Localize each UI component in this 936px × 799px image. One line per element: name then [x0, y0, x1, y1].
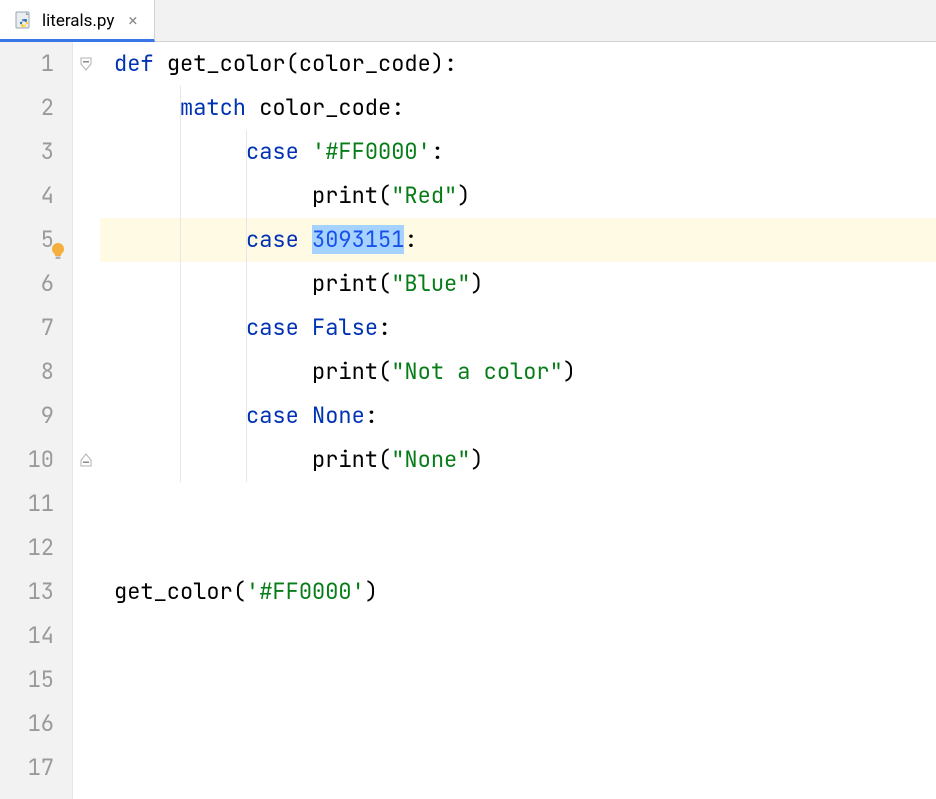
- token-punct: :: [431, 137, 444, 166]
- line-number: 8: [0, 350, 54, 394]
- token-str: '#FF0000': [246, 577, 365, 606]
- token-kw: False: [312, 313, 378, 342]
- close-icon[interactable]: ×: [122, 9, 143, 33]
- token-kw: def: [114, 49, 167, 78]
- line-number: 4: [0, 174, 54, 218]
- token-num-sel: 3093151: [312, 225, 404, 254]
- token-punct: :: [391, 93, 404, 122]
- token-punct: (: [378, 181, 391, 210]
- line-number: 1: [0, 42, 54, 86]
- code-line[interactable]: [100, 702, 936, 746]
- token-punct: ): [470, 445, 483, 474]
- token-punct: (: [286, 49, 299, 78]
- code-line[interactable]: [100, 746, 936, 790]
- code-line[interactable]: [100, 526, 936, 570]
- line-number: 3: [0, 130, 54, 174]
- token-kw: case: [246, 313, 312, 342]
- token-builtin: print: [312, 357, 378, 386]
- token-punct: ): [457, 181, 470, 210]
- line-number: 2: [0, 86, 54, 130]
- token-kw: case: [246, 401, 312, 430]
- token-builtin: print: [312, 445, 378, 474]
- code-line[interactable]: def get_color(color_code):: [100, 42, 936, 86]
- line-number: 14: [0, 614, 54, 658]
- token-punct: (: [378, 445, 391, 474]
- code-line[interactable]: get_color('#FF0000'): [100, 570, 936, 614]
- token-punct: (: [378, 357, 391, 386]
- token-ident: color_code: [259, 93, 391, 122]
- token-kw: case: [246, 137, 312, 166]
- tab-bar: literals.py ×: [0, 0, 936, 42]
- code-line[interactable]: [100, 658, 936, 702]
- token-str: "Blue": [391, 269, 470, 298]
- line-number-gutter: 1234567891011121314151617: [0, 42, 73, 799]
- code-line[interactable]: case False:: [100, 306, 936, 350]
- line-number: 9: [0, 394, 54, 438]
- token-punct: ): [563, 357, 576, 386]
- token-builtin: print: [312, 269, 378, 298]
- token-kw: case: [246, 225, 312, 254]
- code-editor[interactable]: 1234567891011121314151617 def get_color(…: [0, 42, 936, 799]
- fold-open-icon[interactable]: [77, 55, 95, 73]
- token-punct: ):: [431, 49, 457, 78]
- python-file-icon: [14, 11, 34, 31]
- token-punct: ): [470, 269, 483, 298]
- line-number: 10: [0, 438, 54, 482]
- token-punct: :: [378, 313, 391, 342]
- token-fn: get_color: [114, 577, 233, 606]
- token-punct: :: [365, 401, 378, 430]
- token-str: "Not a color": [391, 357, 563, 386]
- line-number: 17: [0, 746, 54, 790]
- code-line[interactable]: print("Red"): [100, 174, 936, 218]
- line-number: 6: [0, 262, 54, 306]
- token-ident: color_code: [299, 49, 431, 78]
- code-line[interactable]: print("None"): [100, 438, 936, 482]
- token-punct: ): [365, 577, 378, 606]
- token-kw: None: [312, 401, 365, 430]
- token-builtin: print: [312, 181, 378, 210]
- code-line[interactable]: case 3093151:: [100, 218, 936, 262]
- token-str: '#FF0000': [312, 137, 431, 166]
- line-number: 11: [0, 482, 54, 526]
- code-line[interactable]: case None:: [100, 394, 936, 438]
- token-punct: (: [378, 269, 391, 298]
- fold-close-icon[interactable]: [77, 451, 95, 469]
- line-number: 16: [0, 702, 54, 746]
- token-str: "None": [391, 445, 470, 474]
- token-punct: :: [404, 225, 417, 254]
- intention-bulb-icon[interactable]: [49, 231, 67, 275]
- code-line[interactable]: print("Blue"): [100, 262, 936, 306]
- line-number: 13: [0, 570, 54, 614]
- code-line[interactable]: [100, 614, 936, 658]
- token-fn: get_color: [167, 49, 286, 78]
- code-line[interactable]: print("Not a color"): [100, 350, 936, 394]
- token-punct: (: [233, 577, 246, 606]
- line-number: 15: [0, 658, 54, 702]
- line-number: 5: [0, 218, 54, 262]
- code-line[interactable]: case '#FF0000':: [100, 130, 936, 174]
- code-area[interactable]: def get_color(color_code):match color_co…: [100, 42, 936, 799]
- tab-filename: literals.py: [42, 11, 114, 31]
- code-line[interactable]: [100, 482, 936, 526]
- token-str: "Red": [391, 181, 457, 210]
- code-line[interactable]: match color_code:: [100, 86, 936, 130]
- token-kw: match: [180, 93, 259, 122]
- file-tab[interactable]: literals.py ×: [0, 0, 155, 42]
- fold-gutter: [73, 42, 100, 799]
- line-number: 7: [0, 306, 54, 350]
- line-number: 12: [0, 526, 54, 570]
